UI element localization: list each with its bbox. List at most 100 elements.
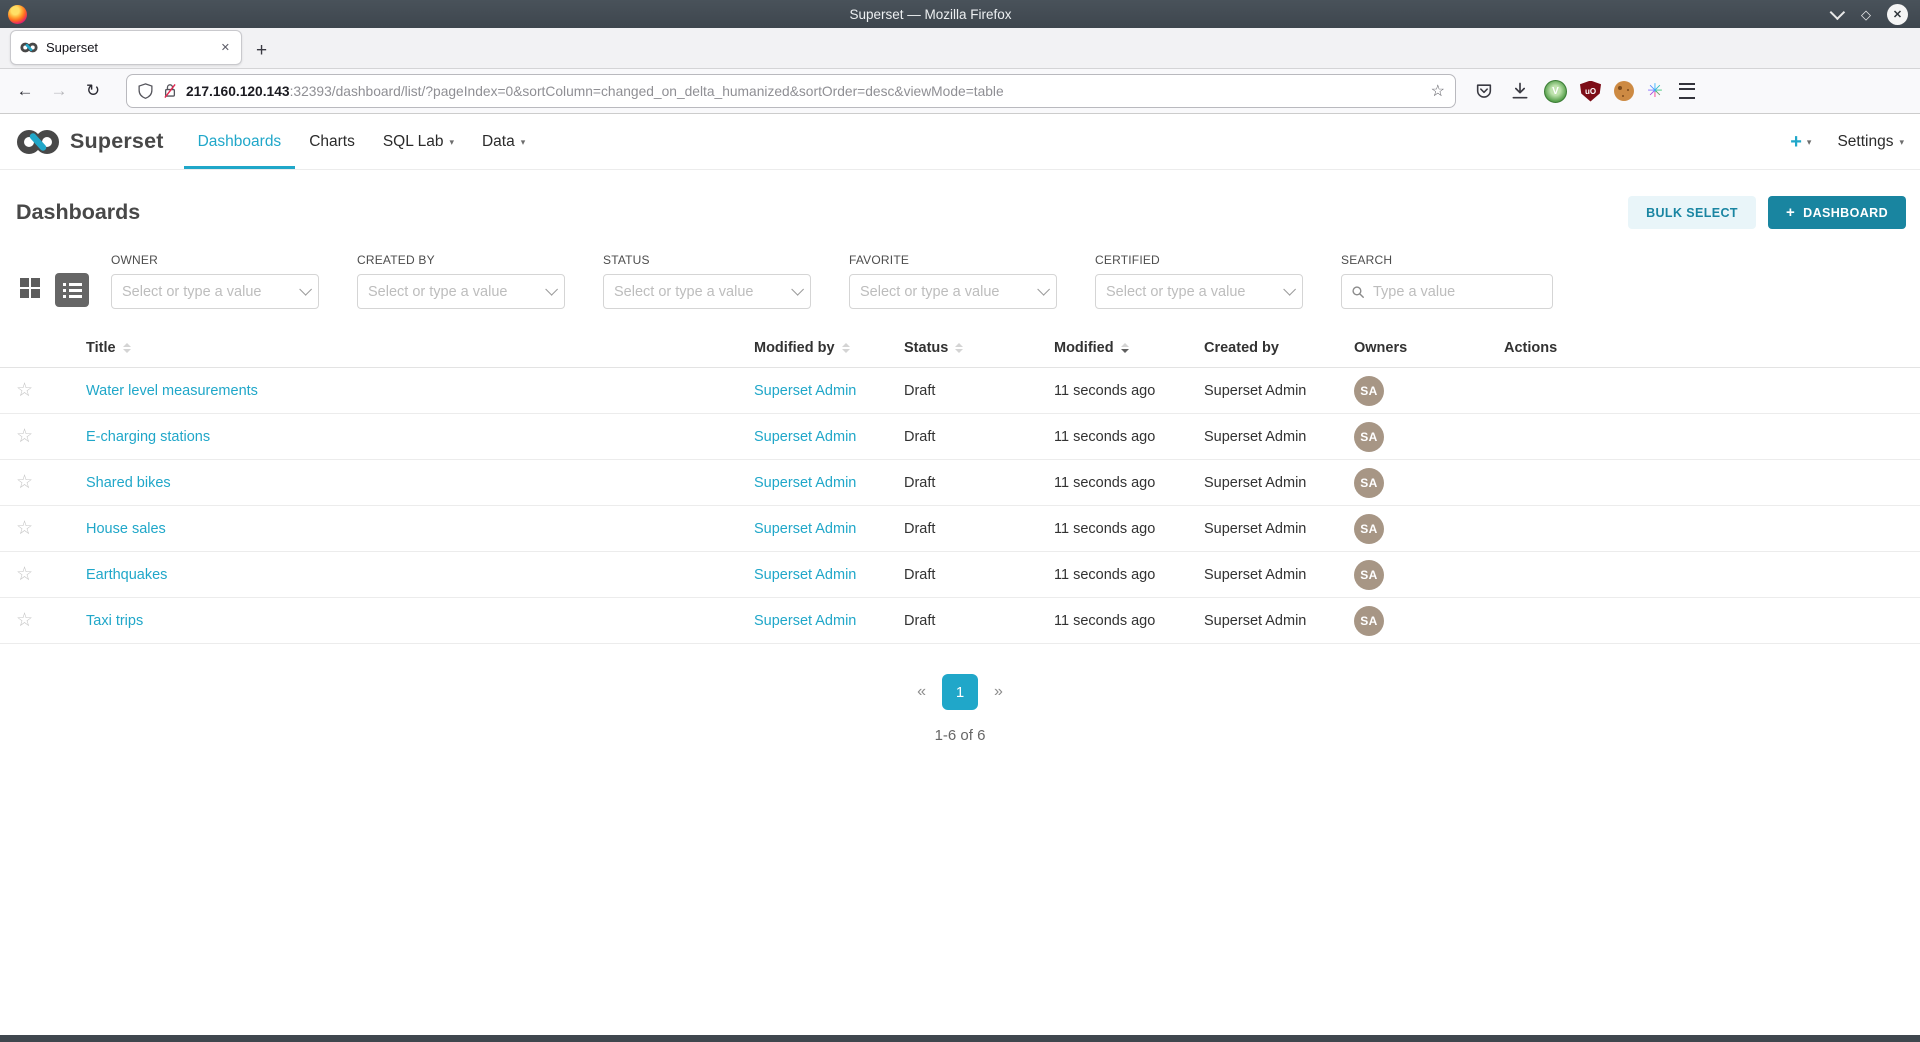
table-row: ☆ Water level measurements Superset Admi… bbox=[0, 368, 1920, 414]
column-header-owners: Owners bbox=[1354, 340, 1504, 356]
modified-by-link[interactable]: Superset Admin bbox=[754, 383, 856, 399]
modified-cell: 11 seconds ago bbox=[1054, 429, 1204, 445]
ublock-origin-icon[interactable]: uO bbox=[1580, 81, 1601, 102]
chevron-down-icon bbox=[1283, 283, 1296, 296]
owner-avatar[interactable]: SA bbox=[1354, 468, 1384, 498]
created-by-select[interactable]: Select or type a value bbox=[357, 274, 565, 309]
previous-page-button[interactable]: « bbox=[917, 683, 926, 701]
superset-logo-icon bbox=[16, 129, 60, 155]
pocket-icon[interactable] bbox=[1472, 80, 1495, 103]
superset-brand[interactable]: Superset bbox=[16, 114, 164, 169]
chevron-down-icon bbox=[545, 283, 558, 296]
card-view-toggle-icon[interactable] bbox=[20, 278, 40, 298]
dashboard-title-link[interactable]: Taxi trips bbox=[86, 613, 143, 629]
page-header: Dashboards BULK SELECT + DASHBOARD bbox=[0, 170, 1920, 229]
nav-item-charts[interactable]: Charts bbox=[295, 114, 369, 169]
downloads-icon[interactable] bbox=[1508, 80, 1531, 103]
list-view-toggle-icon[interactable] bbox=[55, 273, 89, 307]
tab-title: Superset bbox=[46, 40, 211, 55]
dashboards-table: Title Modified by Status Modified Create… bbox=[0, 329, 1920, 644]
modified-by-link[interactable]: Superset Admin bbox=[754, 521, 856, 537]
created-by-cell: Superset Admin bbox=[1204, 613, 1354, 629]
modified-by-link[interactable]: Superset Admin bbox=[754, 475, 856, 491]
dashboard-title-link[interactable]: Water level measurements bbox=[86, 383, 258, 399]
back-button[interactable]: ← bbox=[10, 81, 40, 101]
chevron-down-icon bbox=[791, 283, 804, 296]
status-cell: Draft bbox=[904, 429, 1054, 445]
window-close-button[interactable]: ✕ bbox=[1887, 4, 1908, 25]
insecure-lock-icon[interactable] bbox=[162, 82, 178, 100]
favorite-star-icon[interactable]: ☆ bbox=[16, 381, 86, 400]
nav-item-sql-lab[interactable]: SQL Lab ▾ bbox=[369, 114, 468, 169]
dashboard-title-link[interactable]: Shared bikes bbox=[86, 475, 171, 491]
owner-avatar[interactable]: SA bbox=[1354, 376, 1384, 406]
favorite-star-icon[interactable]: ☆ bbox=[16, 427, 86, 446]
sort-icon bbox=[842, 343, 850, 353]
status-select[interactable]: Select or type a value bbox=[603, 274, 811, 309]
brand-name: Superset bbox=[70, 129, 164, 154]
tracking-protection-shield-icon[interactable] bbox=[137, 82, 154, 100]
favorite-star-icon[interactable]: ☆ bbox=[16, 611, 86, 630]
next-page-button[interactable]: » bbox=[994, 683, 1003, 701]
url-text[interactable]: 217.160.120.143:32393/dashboard/list/?pa… bbox=[186, 84, 1423, 99]
window-maximize-button[interactable]: ◇ bbox=[1861, 8, 1871, 21]
current-page-button[interactable]: 1 bbox=[942, 674, 978, 710]
chevron-down-icon: ▾ bbox=[449, 137, 454, 148]
favorite-star-icon[interactable]: ☆ bbox=[16, 565, 86, 584]
favorite-star-icon[interactable]: ☆ bbox=[16, 519, 86, 538]
filter-status: STATUS Select or type a value bbox=[603, 253, 811, 309]
owner-avatar[interactable]: SA bbox=[1354, 560, 1384, 590]
search-input[interactable] bbox=[1371, 283, 1543, 301]
superset-navbar: Superset Dashboards Charts SQL Lab ▾ Dat… bbox=[0, 114, 1920, 170]
forward-button: → bbox=[44, 81, 74, 101]
menu-hamburger-icon[interactable] bbox=[1676, 80, 1699, 103]
nav-item-dashboards[interactable]: Dashboards bbox=[184, 114, 296, 169]
dashboard-title-link[interactable]: Earthquakes bbox=[86, 567, 167, 583]
owner-select[interactable]: Select or type a value bbox=[111, 274, 319, 309]
filters-bar: OWNER Select or type a value CREATED BY … bbox=[0, 229, 1920, 309]
owner-avatar[interactable]: SA bbox=[1354, 606, 1384, 636]
favorite-select[interactable]: Select or type a value bbox=[849, 274, 1057, 309]
sort-desc-icon bbox=[1121, 343, 1129, 353]
new-item-menu-button[interactable]: + ▾ bbox=[1790, 132, 1811, 152]
status-cell: Draft bbox=[904, 383, 1054, 399]
dashboard-title-link[interactable]: E-charging stations bbox=[86, 429, 210, 445]
dashboard-title-link[interactable]: House sales bbox=[86, 521, 166, 537]
column-header-title[interactable]: Title bbox=[86, 340, 754, 356]
extension-green-icon[interactable]: V bbox=[1544, 80, 1567, 103]
new-tab-button[interactable]: + bbox=[256, 41, 267, 60]
created-by-cell: Superset Admin bbox=[1204, 383, 1354, 399]
tab-close-icon[interactable]: ✕ bbox=[219, 39, 232, 56]
chevron-down-icon bbox=[1037, 283, 1050, 296]
cookie-extension-icon[interactable] bbox=[1614, 81, 1634, 101]
favorite-star-icon[interactable]: ☆ bbox=[16, 473, 86, 492]
owner-avatar[interactable]: SA bbox=[1354, 422, 1384, 452]
created-by-cell: Superset Admin bbox=[1204, 521, 1354, 537]
chevron-down-icon: ▾ bbox=[521, 137, 526, 148]
modified-cell: 11 seconds ago bbox=[1054, 521, 1204, 537]
url-bar[interactable]: 217.160.120.143:32393/dashboard/list/?pa… bbox=[126, 74, 1456, 108]
settings-menu-button[interactable]: Settings ▾ bbox=[1837, 133, 1904, 151]
bookmark-star-icon[interactable]: ☆ bbox=[1431, 81, 1445, 101]
modified-by-link[interactable]: Superset Admin bbox=[754, 429, 856, 445]
sparkle-extension-icon[interactable]: ✳ bbox=[1647, 82, 1663, 101]
status-cell: Draft bbox=[904, 613, 1054, 629]
column-header-status[interactable]: Status bbox=[904, 340, 1054, 356]
chevron-down-icon: ▾ bbox=[1807, 137, 1812, 148]
new-dashboard-button[interactable]: + DASHBOARD bbox=[1768, 196, 1906, 229]
plus-icon: + bbox=[1786, 204, 1795, 221]
bulk-select-button[interactable]: BULK SELECT bbox=[1628, 196, 1756, 229]
column-header-modified-by[interactable]: Modified by bbox=[754, 340, 904, 356]
chevron-down-icon: ▾ bbox=[1899, 137, 1904, 148]
created-by-cell: Superset Admin bbox=[1204, 475, 1354, 491]
table-row: ☆ Taxi trips Superset Admin Draft 11 sec… bbox=[0, 598, 1920, 644]
reload-button[interactable]: ↻ bbox=[78, 81, 108, 101]
owner-avatar[interactable]: SA bbox=[1354, 514, 1384, 544]
modified-by-link[interactable]: Superset Admin bbox=[754, 613, 856, 629]
browser-tab[interactable]: Superset ✕ bbox=[10, 30, 242, 65]
column-header-modified[interactable]: Modified bbox=[1054, 340, 1204, 356]
nav-item-data[interactable]: Data ▾ bbox=[468, 114, 539, 169]
browser-tab-strip: Superset ✕ + bbox=[0, 28, 1920, 69]
modified-by-link[interactable]: Superset Admin bbox=[754, 567, 856, 583]
certified-select[interactable]: Select or type a value bbox=[1095, 274, 1303, 309]
